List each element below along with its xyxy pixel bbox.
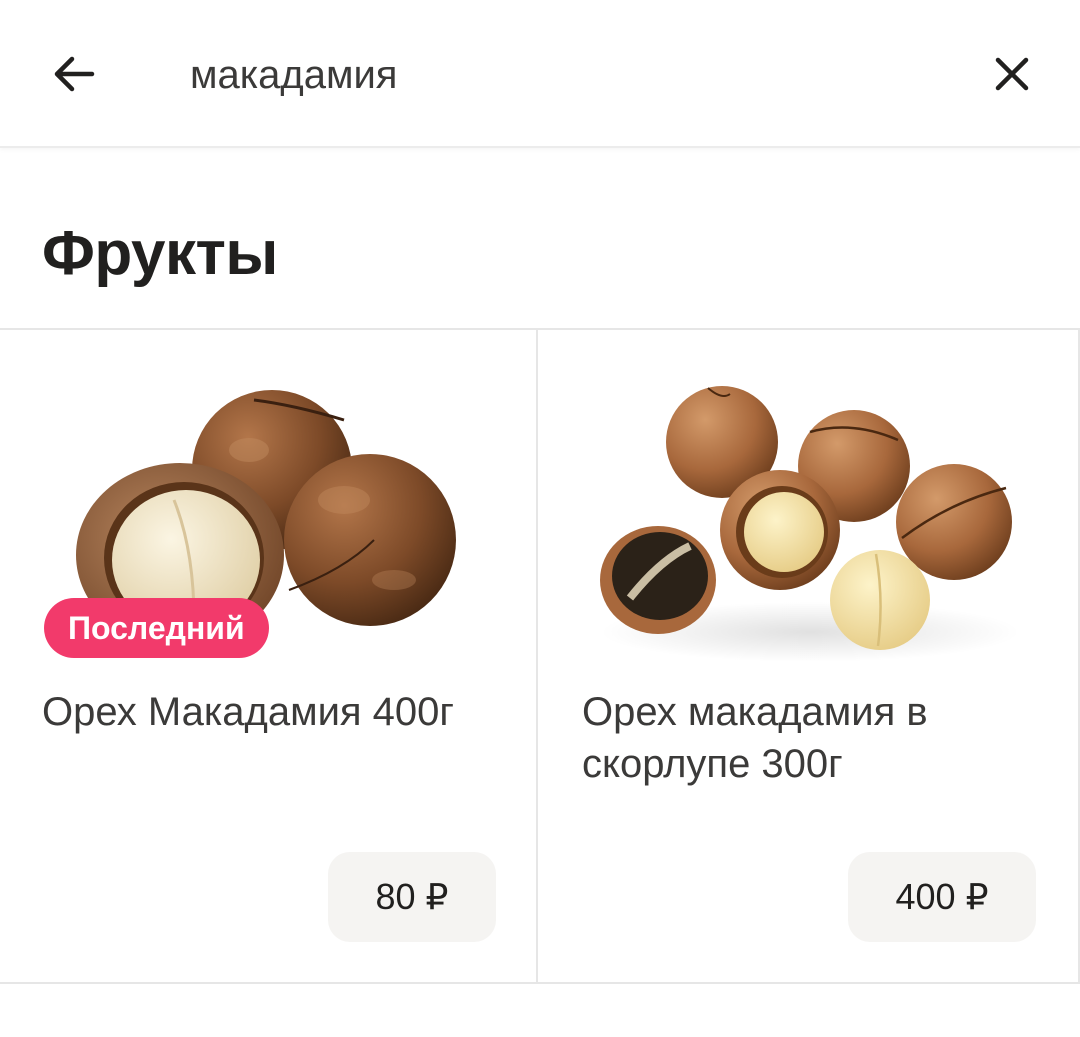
- price-button[interactable]: 400 ₽: [848, 852, 1036, 942]
- arrow-left-icon: [54, 56, 95, 92]
- price-label: 400 ₽: [895, 876, 989, 917]
- price-label: 80 ₽: [375, 876, 449, 917]
- close-icon: [995, 57, 1029, 91]
- section-title: Фрукты: [42, 219, 278, 288]
- clear-search-button[interactable]: [976, 38, 1048, 110]
- product-card[interactable]: Орех макадамия в скорлупе 300г 400 ₽: [538, 330, 1080, 984]
- back-button[interactable]: [38, 38, 110, 110]
- macadamia-in-shell-image: [600, 386, 1020, 662]
- last-item-badge: Последний: [44, 598, 269, 658]
- product-grid: Последний Орех Макадамия 400г 80 ₽ Орех …: [0, 328, 1080, 984]
- product-card[interactable]: Последний Орех Макадамия 400г 80 ₽: [0, 330, 538, 984]
- search-header: [0, 0, 1080, 148]
- product-name: Орех Макадамия 400г: [42, 690, 455, 734]
- price-button[interactable]: 80 ₽: [328, 852, 496, 942]
- search-input[interactable]: [190, 40, 950, 110]
- product-name: Орех макадамия в скорлупе 300г: [582, 690, 928, 786]
